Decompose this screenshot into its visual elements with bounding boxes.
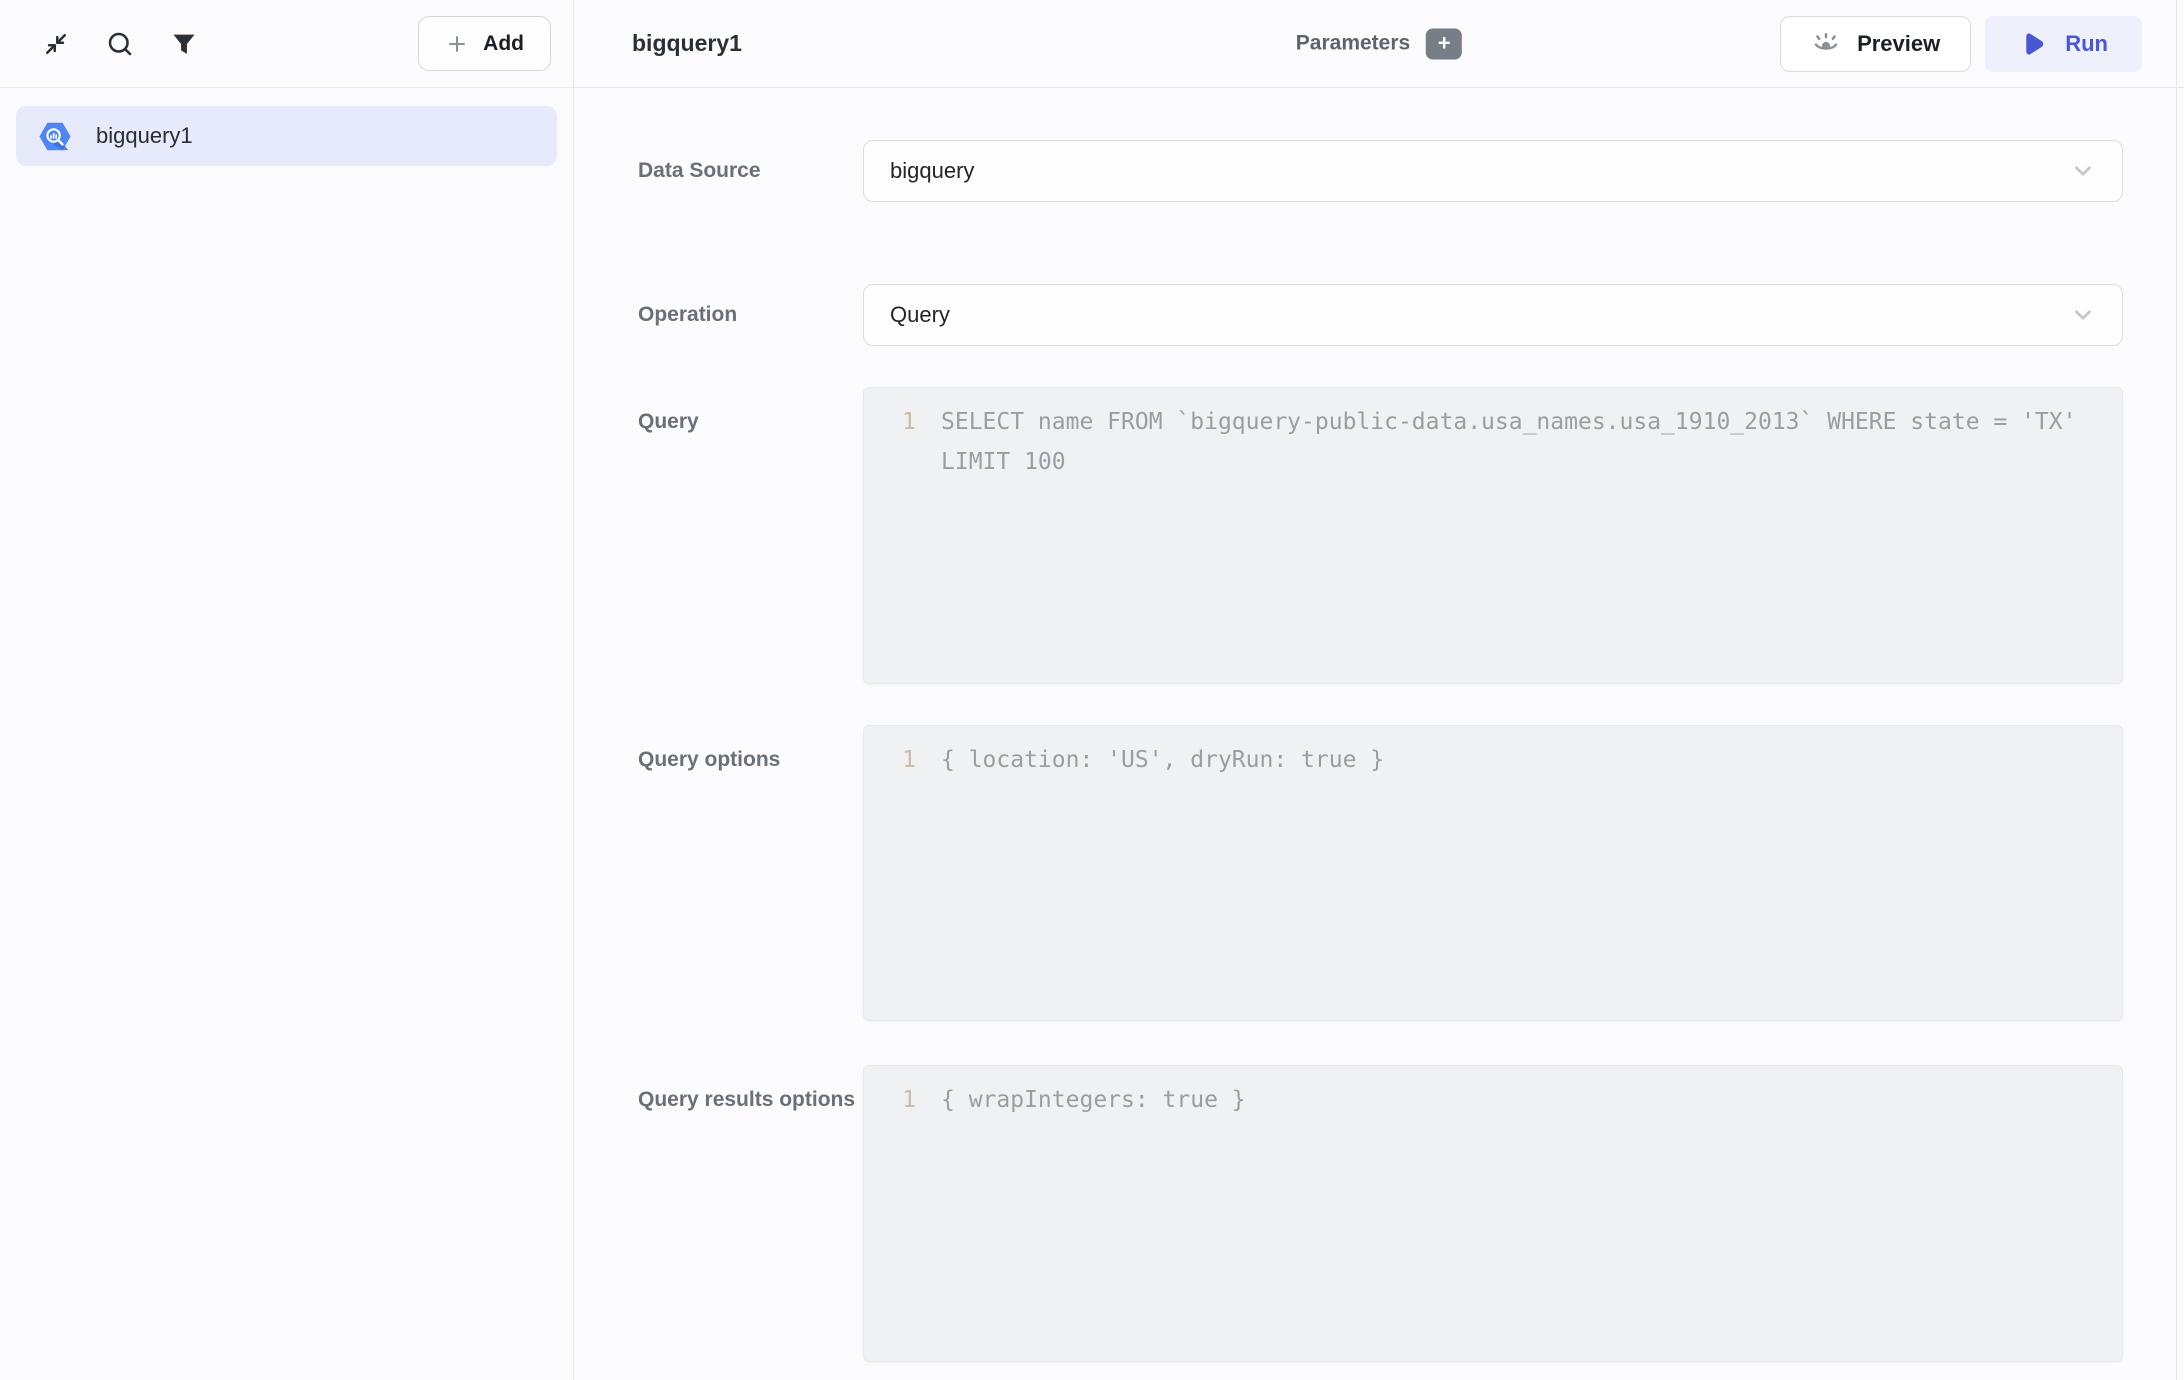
query-results-options-placeholder: { wrapIntegers: true }	[941, 1080, 2122, 1347]
data-source-label: Data Source	[638, 156, 863, 186]
preview-button[interactable]: Preview	[1780, 16, 1971, 72]
line-number: 1	[864, 740, 916, 1006]
chevron-down-icon	[2070, 302, 2096, 328]
collapse-icon	[41, 29, 71, 59]
eye-icon	[1811, 31, 1841, 57]
query-results-options-row: Query results options 1 { wrapIntegers: …	[638, 1065, 2123, 1362]
header-actions: Preview Run	[1780, 16, 2142, 72]
run-button[interactable]: Run	[1985, 16, 2142, 72]
line-number: 1	[864, 1080, 916, 1347]
add-button-label: Add	[483, 32, 524, 56]
query-list: bigquery1	[0, 88, 573, 184]
query-options-placeholder: { location: 'US', dryRun: true }	[941, 740, 2122, 1006]
query-options-row: Query options 1 { location: 'US', dryRun…	[638, 725, 2123, 1021]
data-source-select[interactable]: bigquery	[863, 140, 2123, 202]
line-number: 1	[864, 402, 916, 669]
main-panel: bigquery1 Parameters + Preview	[574, 0, 2184, 1380]
query-list-item-bigquery1[interactable]: bigquery1	[16, 106, 557, 166]
query-placeholder: SELECT name FROM `bigquery-public-data.u…	[941, 402, 2122, 669]
operation-label: Operation	[638, 300, 863, 330]
chevron-down-icon	[2070, 158, 2096, 184]
query-options-label: Query options	[638, 725, 863, 1021]
parameters-section: Parameters +	[1296, 28, 1462, 59]
query-results-options-code-editor[interactable]: 1 { wrapIntegers: true }	[863, 1065, 2123, 1362]
add-query-button[interactable]: Add	[418, 16, 551, 71]
query-label: Query	[638, 387, 863, 684]
operation-row: Operation Query	[638, 284, 2123, 346]
filter-icon	[170, 30, 198, 58]
sidebar: Add bigquery1	[0, 0, 574, 1380]
filter-button[interactable]	[162, 22, 206, 66]
query-item-label: bigquery1	[96, 123, 193, 149]
main-header: bigquery1 Parameters + Preview	[574, 0, 2184, 88]
scrollbar-track[interactable]	[2176, 0, 2184, 1380]
search-icon	[105, 29, 135, 59]
plus-icon	[445, 32, 469, 56]
operation-value: Query	[890, 302, 950, 328]
page-title: bigquery1	[632, 30, 742, 57]
bigquery-icon	[38, 121, 72, 152]
parameters-label: Parameters	[1296, 32, 1410, 56]
query-form: Data Source bigquery Operation Query	[574, 88, 2184, 1380]
collapse-sidebar-button[interactable]	[34, 22, 78, 66]
add-parameter-button[interactable]: +	[1426, 28, 1462, 59]
query-code-editor[interactable]: 1 SELECT name FROM `bigquery-public-data…	[863, 387, 2123, 684]
preview-button-label: Preview	[1857, 31, 1940, 57]
query-row: Query 1 SELECT name FROM `bigquery-publi…	[638, 387, 2123, 684]
run-button-label: Run	[2065, 31, 2108, 57]
operation-select[interactable]: Query	[863, 284, 2123, 346]
sidebar-header: Add	[0, 0, 573, 88]
data-source-value: bigquery	[890, 158, 974, 184]
query-results-options-label: Query results options	[638, 1065, 863, 1362]
search-button[interactable]	[98, 22, 142, 66]
data-source-row: Data Source bigquery	[638, 140, 2123, 202]
query-options-code-editor[interactable]: 1 { location: 'US', dryRun: true }	[863, 725, 2123, 1021]
play-icon	[2019, 30, 2047, 58]
